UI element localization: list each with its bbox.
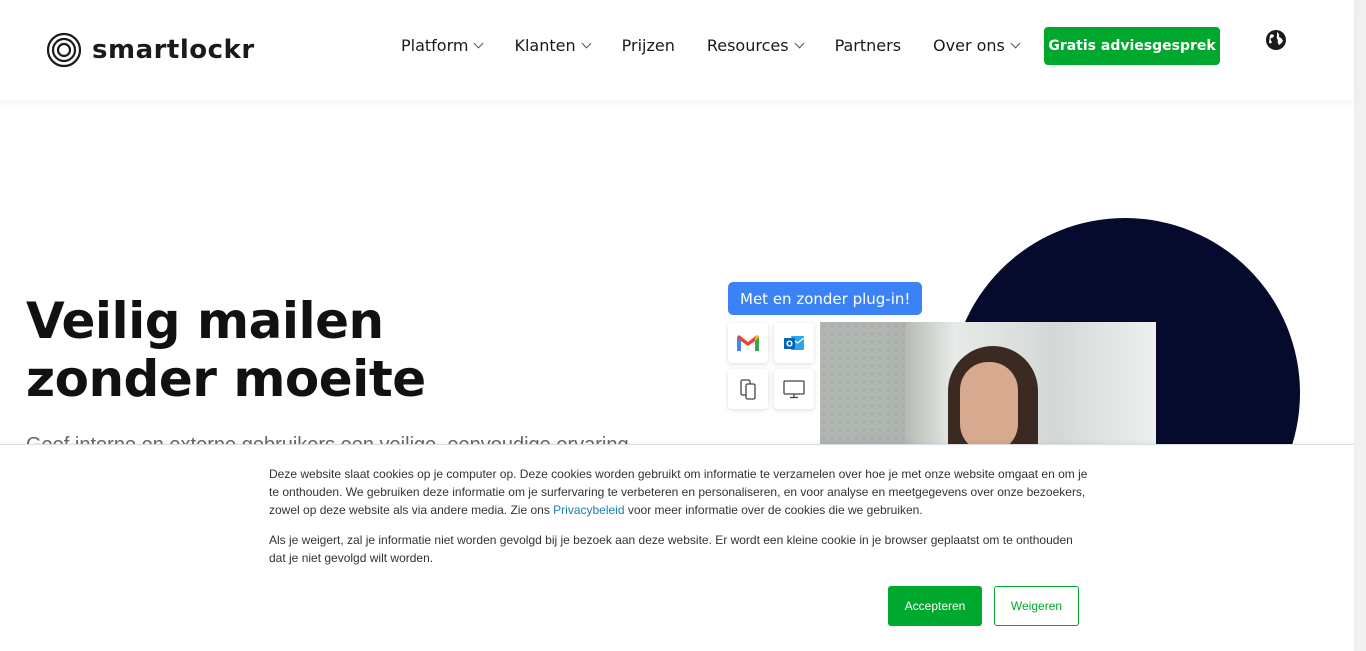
hero-title: Veilig mailen zonder moeite — [26, 292, 426, 408]
chevron-down-icon — [794, 38, 805, 48]
accept-cookies-button[interactable]: Accepteren — [888, 586, 982, 626]
gmail-icon — [728, 323, 768, 363]
outlook-icon: O — [774, 323, 814, 363]
nav-item-label: Partners — [834, 35, 902, 55]
chevron-down-icon — [1010, 38, 1021, 48]
privacy-policy-link[interactable]: Privacybeleid — [553, 503, 624, 517]
nav-item-partners[interactable]: Partners — [835, 33, 901, 57]
logo-icon — [46, 32, 82, 68]
nav-item-over-ons[interactable]: Over ons — [933, 33, 1021, 57]
nav-item-label: Klanten — [514, 35, 576, 55]
chevron-down-icon — [474, 38, 484, 48]
site-header: smartlockr Platform Klanten Prijzen Reso… — [0, 0, 1354, 100]
svg-text:O: O — [786, 340, 793, 349]
nav-item-label: Over ons — [933, 35, 1005, 55]
nav-item-label: Prijzen — [621, 35, 675, 55]
brand-name: smartlockr — [92, 35, 255, 65]
brand-logo[interactable]: smartlockr — [46, 32, 255, 68]
globe-icon[interactable] — [1265, 29, 1287, 51]
nav-item-platform[interactable]: Platform — [401, 33, 484, 57]
hero-title-line1: Veilig mailen — [26, 292, 384, 350]
main-nav: Platform Klanten Prijzen Resources Partn… — [401, 33, 1051, 57]
desktop-icon — [774, 369, 814, 409]
cookie-text-1: Deze website slaat cookies op je compute… — [269, 465, 1089, 519]
page-scrollbar[interactable] — [1354, 0, 1366, 651]
nav-item-klanten[interactable]: Klanten — [514, 33, 592, 57]
nav-item-resources[interactable]: Resources — [706, 33, 805, 57]
hero-photo — [820, 322, 1156, 462]
cookie-text-1-after: voor meer informatie over de cookies die… — [624, 503, 923, 517]
plugin-badge: Met en zonder plug-in! — [728, 282, 923, 315]
nav-item-label: Resources — [706, 35, 789, 55]
advice-cta-button[interactable]: Gratis adviesgesprek — [1044, 27, 1220, 65]
hero-title-line2: zonder moeite — [26, 350, 426, 408]
mobile-icon — [728, 369, 768, 409]
reject-cookies-button[interactable]: Weigeren — [994, 586, 1079, 626]
photo-wall-pattern — [820, 322, 905, 462]
photo-person-face — [960, 362, 1018, 452]
nav-item-label: Platform — [401, 35, 469, 55]
chevron-down-icon — [581, 38, 592, 48]
cookie-banner: Deze website slaat cookies op je compute… — [0, 444, 1354, 651]
cookie-text-2: Als je weigert, zal je informatie niet w… — [269, 533, 1073, 565]
nav-item-prijzen[interactable]: Prijzen — [622, 33, 675, 57]
